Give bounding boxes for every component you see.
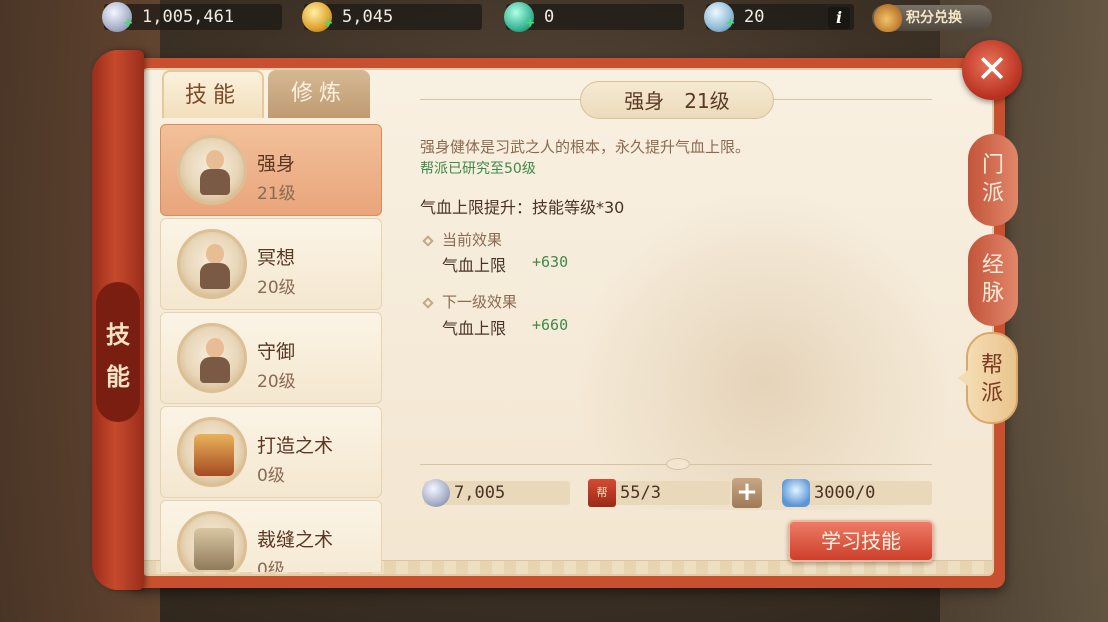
energy-cost: 3000/0 — [782, 479, 932, 507]
skill-item[interactable]: 打造之术 0级 — [160, 406, 382, 498]
skill-level: 0级 — [257, 560, 285, 572]
skill-level: 20级 — [257, 278, 296, 298]
next-effect-heading: 下一级效果 — [422, 291, 517, 312]
guild-badge-icon: 帮 — [588, 479, 616, 507]
current-attr-name: 气血上限 — [442, 256, 507, 275]
next-attr-value: +660 — [532, 316, 569, 334]
defense-portrait-icon — [177, 323, 247, 393]
plus-icon: + — [124, 15, 133, 31]
meditation-portrait-icon — [177, 229, 247, 299]
gold-amount: 5,045 — [342, 7, 394, 27]
tab-bangpai[interactable]: 帮 派 — [958, 332, 1018, 424]
skill-title-name: 强身 — [624, 89, 665, 113]
contribution-cost: 帮 55/3 — [588, 479, 730, 507]
silver-coin-icon — [422, 479, 450, 507]
ink-painting-decoration — [574, 190, 954, 510]
currency-bar: + 1,005,461 + 5,045 + 0 + 20 i 积分兑换 — [0, 2, 1108, 32]
learn-skill-button[interactable]: 学习技能 — [788, 520, 934, 562]
skill-list[interactable]: 强身 21级 冥想 20级 守御 20级 打造之术 0级 裁缝之术 0级 — [160, 120, 384, 572]
skill-name: 守御 — [257, 341, 296, 363]
next-attr-name: 气血上限 — [442, 319, 507, 338]
silver-currency[interactable]: + 1,005,461 — [102, 2, 282, 32]
boost-formula: 气血上限提升：技能等级*30 — [420, 198, 625, 217]
banner-title: 技 能 — [96, 282, 140, 422]
forging-anvil-icon — [177, 417, 247, 487]
guild-research-status: 帮派已研究至50级 — [420, 161, 536, 177]
skill-item[interactable]: 守御 20级 — [160, 312, 382, 404]
tab-train[interactable]: 修炼 — [268, 70, 370, 118]
plus-icon: + — [526, 15, 535, 31]
skill-item[interactable]: 强身 21级 — [160, 124, 382, 216]
silver-amount: 1,005,461 — [142, 7, 235, 27]
silver-cost: 7,005 — [422, 479, 570, 507]
current-attr-value: +630 — [532, 253, 569, 271]
skill-name: 强身 — [257, 153, 296, 175]
plus-icon: + — [726, 15, 735, 31]
jade-amount: 0 — [544, 7, 555, 27]
skill-title-level: 21级 — [684, 89, 730, 113]
info-button[interactable]: i — [828, 7, 850, 29]
exchange-label: 积分兑换 — [906, 10, 962, 26]
skill-name: 裁缝之术 — [257, 529, 334, 551]
tab-skill[interactable]: 技能 — [162, 70, 264, 118]
points-exchange-button[interactable]: 积分兑换 — [872, 4, 992, 32]
add-contribution-button[interactable]: + — [732, 478, 762, 508]
current-effect-heading: 当前效果 — [422, 229, 502, 250]
skill-title: 强身 21级 — [580, 81, 774, 119]
close-button[interactable]: ✕ — [962, 40, 1022, 100]
skill-description: 强身健体是习武之人的根本，永久提升气血上限。 — [420, 138, 751, 156]
skill-level: 21级 — [257, 184, 296, 204]
points-amount: 20 — [744, 7, 765, 27]
money-bag-icon — [874, 4, 902, 32]
martial-artist-portrait-icon — [177, 135, 247, 205]
gold-currency[interactable]: + 5,045 — [302, 2, 482, 32]
tab-menpai[interactable]: 门 派 — [968, 134, 1018, 226]
plus-icon: + — [324, 15, 333, 31]
jade-currency[interactable]: + 0 — [504, 2, 684, 32]
skill-level: 20级 — [257, 372, 296, 392]
skill-item[interactable]: 冥想 20级 — [160, 218, 382, 310]
skill-name: 冥想 — [257, 247, 296, 269]
tailoring-scissors-icon — [177, 511, 247, 572]
skill-level: 0级 — [257, 466, 285, 486]
skill-item[interactable]: 裁缝之术 0级 — [160, 500, 382, 572]
diamond-icon — [422, 235, 434, 247]
water-drop-icon — [782, 479, 810, 507]
left-banner: 技 能 — [92, 50, 144, 590]
tab-jingmai[interactable]: 经 脉 — [968, 234, 1018, 326]
divider-ornament — [666, 458, 690, 470]
diamond-icon — [422, 297, 434, 309]
skill-name: 打造之术 — [257, 435, 334, 457]
